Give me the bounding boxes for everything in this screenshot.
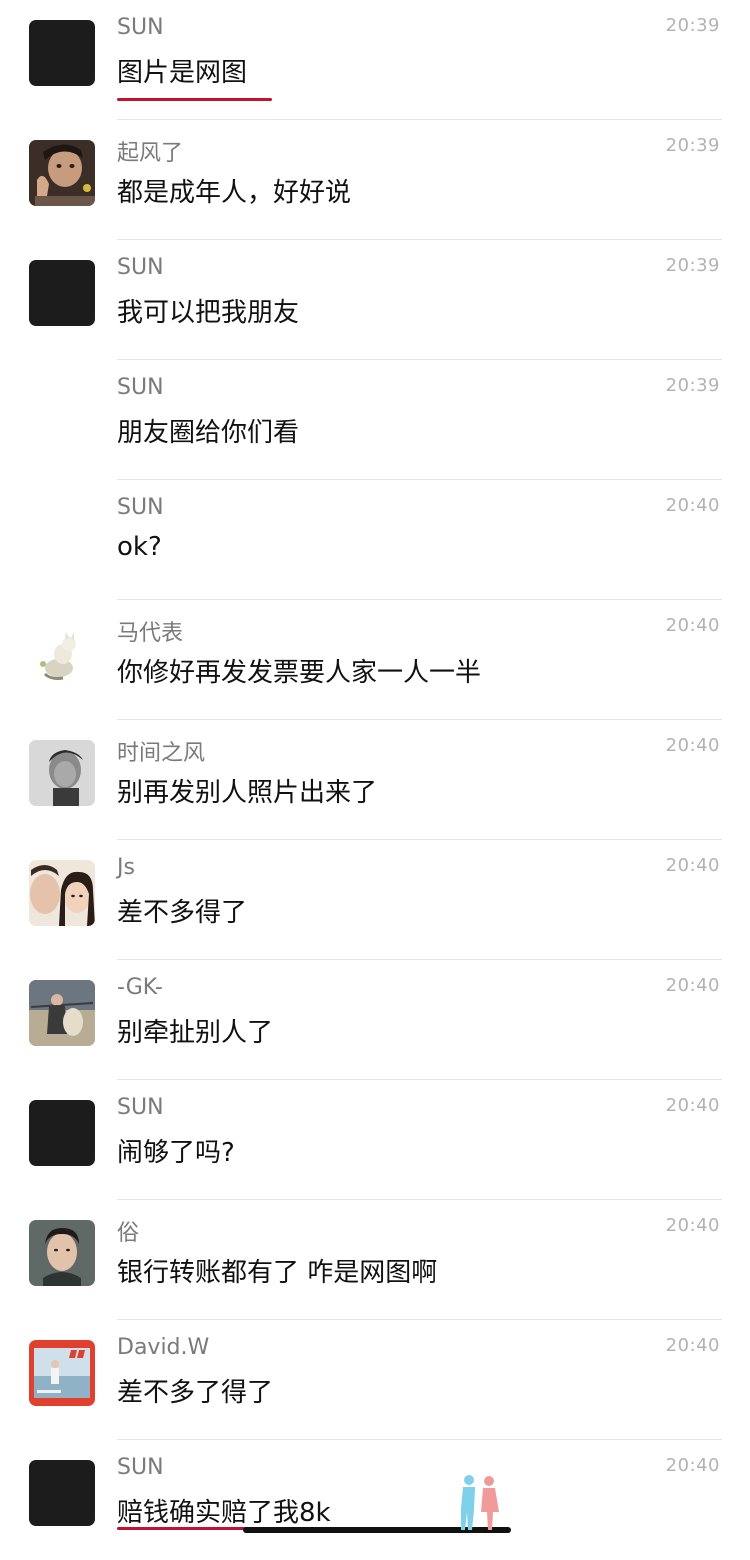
message-text: 赔钱确实赔了我8k (117, 1498, 331, 1528)
sender-name: 马代表 (117, 621, 184, 646)
chat-message[interactable]: SUN 20:40 ok? (0, 480, 750, 600)
sender-name: SUN (117, 1095, 164, 1120)
message-time: 20:40 (665, 615, 720, 636)
message-time: 20:40 (665, 1215, 720, 1236)
message-time: 20:39 (665, 15, 720, 36)
message-time: 20:39 (665, 135, 720, 156)
message-time: 20:40 (665, 975, 720, 996)
message-text: 朋友圈给你们看 (117, 418, 300, 448)
message-text: 别再发别人照片出来了 (117, 778, 378, 808)
sender-name: SUN (117, 375, 164, 400)
dark-square-avatar[interactable] (29, 1100, 95, 1166)
chat-message[interactable]: SUN 20:39 图片是网图 (0, 0, 750, 120)
chat-message[interactable]: 时间之风 20:40 别再发别人照片出来了 (0, 720, 750, 840)
message-time: 20:40 (665, 1335, 720, 1356)
message-time: 20:40 (665, 735, 720, 756)
chat-message[interactable]: -GK- 20:40 别牵扯别人了 (0, 960, 750, 1080)
message-text: 你修好再发发票要人家一人一半 (117, 658, 482, 688)
chat-message[interactable]: 马代表 20:40 你修好再发发票要人家一人一半 (0, 600, 750, 720)
bw-portrait-avatar[interactable] (29, 740, 95, 806)
couple-silhouette-icon (455, 1472, 505, 1530)
red-poster-avatar[interactable] (29, 1340, 95, 1406)
message-time: 20:39 (665, 255, 720, 276)
sender-name: SUN (117, 255, 164, 280)
chat-message[interactable]: 俗 20:40 银行转账都有了 咋是网图啊 (0, 1200, 750, 1320)
cat-avatar[interactable] (29, 620, 95, 686)
man-portrait-avatar[interactable] (29, 1220, 95, 1286)
message-text: 差不多得了 (117, 898, 248, 928)
message-text: 都是成年人，好好说 (117, 178, 352, 208)
message-time: 20:40 (665, 495, 720, 516)
message-text: ok? (117, 532, 162, 562)
chat-message[interactable]: David.W 20:40 差不多了得了 (0, 1320, 750, 1440)
chat-message[interactable]: SUN 20:39 朋友圈给你们看 (0, 360, 750, 480)
chat-message[interactable]: SUN 20:39 我可以把我朋友 (0, 240, 750, 360)
sender-name: SUN (117, 495, 164, 520)
sender-name: SUN (117, 1455, 164, 1480)
sender-name: David.W (117, 1335, 210, 1360)
message-time: 20:40 (665, 1455, 720, 1476)
chat-message[interactable]: 起风了 20:39 都是成年人，好好说 (0, 120, 750, 240)
message-time: 20:39 (665, 375, 720, 396)
message-text: 我可以把我朋友 (117, 298, 300, 328)
sender-name: SUN (117, 15, 164, 40)
message-text: 图片是网图 (117, 58, 248, 88)
child-photo-avatar[interactable] (29, 140, 95, 206)
sender-name: 俗 (117, 1221, 140, 1246)
outdoor-photo-avatar[interactable] (29, 980, 95, 1046)
chat-message[interactable]: SUN 20:40 闹够了吗? (0, 1080, 750, 1200)
message-time: 20:40 (665, 1095, 720, 1116)
chat-message[interactable]: SUN 20:40 赔钱确实赔了我8k (0, 1440, 750, 1560)
message-text: 别牵扯别人了 (117, 1018, 274, 1048)
message-text: 闹够了吗? (117, 1138, 235, 1168)
message-time: 20:40 (665, 855, 720, 876)
sender-name: 起风了 (117, 141, 184, 166)
sender-name: Js (117, 855, 135, 880)
dark-square-avatar[interactable] (29, 260, 95, 326)
chat-message[interactable]: Js 20:40 差不多得了 (0, 840, 750, 960)
red-underline-annotation (117, 98, 272, 101)
sender-name: -GK- (117, 975, 163, 1000)
dark-square-avatar[interactable] (29, 20, 95, 86)
dark-square-avatar[interactable] (29, 1460, 95, 1526)
sender-name: 时间之风 (117, 741, 206, 766)
message-text: 差不多了得了 (117, 1378, 274, 1408)
couple-selfie-avatar[interactable] (29, 860, 95, 926)
message-text: 银行转账都有了 咋是网图啊 (117, 1258, 438, 1288)
